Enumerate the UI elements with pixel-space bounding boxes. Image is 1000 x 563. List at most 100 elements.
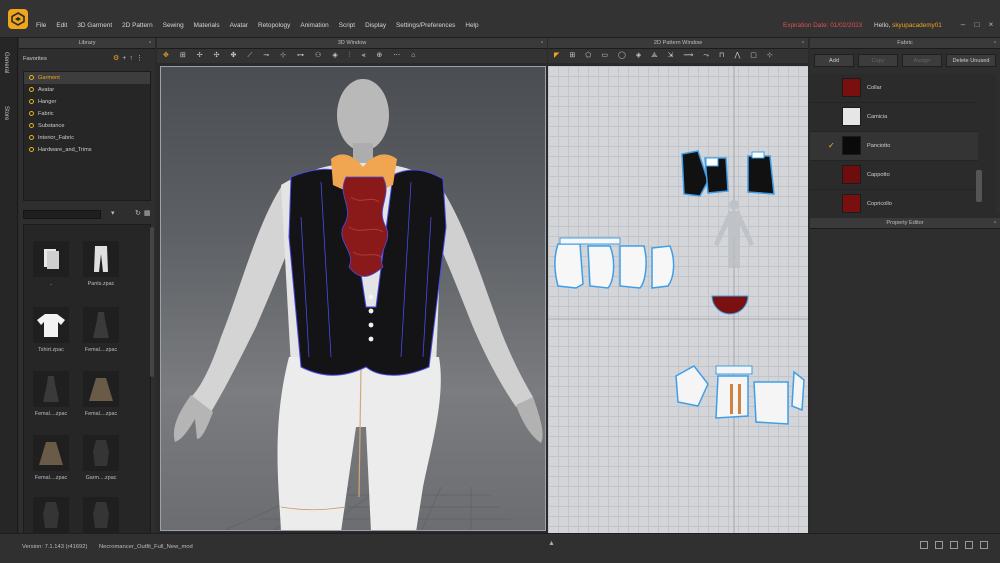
menu-item-2d-pattern[interactable]: 2D Pattern [122,22,153,29]
fabric-title: Fabric [897,40,913,46]
edit-pattern-icon[interactable]: ◤ [554,51,559,59]
settings-icon[interactable]: ⚙ [113,55,122,62]
library-item[interactable]: Femal....zpac [76,371,126,417]
fabric-item[interactable]: Copricollo [810,190,978,214]
library-scrollbar[interactable] [150,227,154,377]
fabric-name: Collar [867,85,882,91]
more-icon[interactable]: ⋮ [136,55,146,62]
menu-item-edit[interactable]: Edit [56,22,67,29]
library-item[interactable]: Garm....zpac [76,435,126,481]
panel-options-icon[interactable]: ▫ [802,38,804,49]
free-sewing-icon[interactable]: ⤳ [703,52,709,60]
favorite-item-fabric[interactable]: Fabric [24,108,150,120]
layout-split-icon[interactable] [935,541,943,549]
favorite-item-interior-fabric[interactable]: Interior_Fabric [24,132,150,144]
select-move-icon[interactable]: ✥ [163,51,169,59]
zipper-icon[interactable]: ⫶ [349,52,351,60]
rectangle-icon[interactable]: ▭ [601,51,608,59]
close-icon[interactable]: × [986,20,996,29]
copy-fabric-button[interactable]: Copy [858,54,898,67]
graphic-icon[interactable]: ⌂ [411,52,415,59]
chevron-down-icon[interactable]: ▾ [111,209,115,217]
transform-pattern-icon[interactable]: ⊞ [569,51,575,59]
delete-unused-button[interactable]: Delete Unused [946,54,996,67]
viewport-3d[interactable] [160,66,546,531]
topstitch-icon[interactable]: ⋯ [393,51,400,59]
favorite-item-hardware-and-trims[interactable]: Hardware_and_Trims [24,144,150,156]
circle-icon[interactable]: ◯ [618,51,626,59]
transform-icon[interactable]: ⊞ [180,51,186,59]
library-item[interactable]: Pants.zpac [76,241,126,287]
assign-fabric-button[interactable]: Assign [902,54,942,67]
fabric-scrollbar[interactable] [976,170,982,202]
menu-item-avatar[interactable]: Avatar [230,22,248,29]
trace-icon[interactable]: ⇲ [667,51,673,59]
menu-item-animation[interactable]: Animation [300,22,328,29]
library-item[interactable]: Femal....zpac [76,307,126,353]
favorite-item-hanger[interactable]: Hanger [24,96,150,108]
clo-logo-icon[interactable] [8,9,28,29]
minimize-icon[interactable]: – [958,20,968,29]
fitting-icon[interactable]: ⊹ [280,51,286,59]
seam-allowance-icon[interactable]: ▢ [750,51,757,59]
notch-icon[interactable]: ⋀ [734,51,740,59]
menu-item-retopology[interactable]: Retopology [258,22,290,29]
toolbar-2d: ◤ ⊞ ⬠ ▭ ◯ ◈ ⟁ ⇲ ⟿ ⤳ ⊓ ⋀ ▢ ⊹ [548,49,808,63]
layout-2d-icon[interactable] [965,541,973,549]
menu-item-3d-garment[interactable]: 3D Garment [77,22,112,29]
tab-general[interactable]: General [3,52,9,73]
segment-sewing-icon[interactable]: ⟿ [683,51,693,59]
layout-single-icon[interactable] [920,541,928,549]
avatar-icon[interactable]: ⚇ [315,51,321,59]
add-fabric-button[interactable]: Add [814,54,854,67]
favorite-item-avatar[interactable]: Avatar [24,84,150,96]
menu-item-display[interactable]: Display [365,22,386,29]
strap-icon[interactable]: ⊸ [263,51,269,59]
fabric-item[interactable]: Collar [810,74,978,103]
skirt-icon [83,371,119,407]
puckering-icon[interactable]: ⫷ [361,52,365,60]
fabric-item[interactable]: ✓ Panciotto [810,132,978,161]
menu-item-materials[interactable]: Materials [194,22,220,29]
tack-icon[interactable]: ✤ [231,51,237,59]
internal-shape-icon[interactable]: ◈ [636,51,641,59]
fold-icon[interactable]: ✣ [214,51,220,59]
button-tool-icon[interactable]: ⊕ [376,51,382,59]
measure-icon[interactable]: ⟋ [247,52,252,60]
library-item-label: Femal....zpac [84,411,118,417]
panel-options-icon[interactable]: ▫ [541,38,543,49]
menu-item-script[interactable]: Script [339,22,355,29]
favorite-item-garment[interactable]: Garment [24,72,150,84]
fabric-item[interactable]: Cappotto [810,161,978,190]
library-search-input[interactable] [23,210,101,219]
texture-icon[interactable]: ◈ [332,51,337,59]
polygon-icon[interactable]: ⬠ [585,51,591,59]
panel-options-icon[interactable]: ▫ [994,38,996,49]
refresh-icon[interactable]: ↻ [135,210,144,217]
layout-full-icon[interactable] [980,541,988,549]
menu-item-help[interactable]: Help [465,22,478,29]
grid-view-icon[interactable]: ▦ [144,210,154,217]
maximize-icon[interactable]: □ [972,20,982,29]
menu-item-settings-preferences[interactable]: Settings/Preferences [396,22,455,29]
fabric-item[interactable]: Camicia [810,103,978,132]
fold-arrangement-icon[interactable]: ⊓ [719,51,724,59]
library-item[interactable]: Tshirt.zpac [26,307,76,353]
expand-up-icon[interactable]: ▲ [548,540,555,547]
user-greeting[interactable]: Hello, skyupacademy01 [874,22,942,29]
grain-icon[interactable]: ⊹ [767,51,773,59]
library-item[interactable]: Femal....zpac [26,371,76,417]
library-item[interactable]: Femal....zpac [26,435,76,481]
layout-3d-icon[interactable] [950,541,958,549]
pin-icon[interactable]: ✢ [197,51,203,59]
trim-icon[interactable]: ⊶ [297,51,304,59]
panel-options-icon[interactable]: ▫ [149,38,151,49]
library-item[interactable]: .. [26,241,76,287]
pattern-canvas[interactable] [548,66,808,533]
favorite-item-substance[interactable]: Substance [24,120,150,132]
panel-options-icon[interactable]: ▫ [994,218,996,229]
menu-item-file[interactable]: File [36,22,46,29]
dart-icon[interactable]: ⟁ [651,52,657,60]
tab-store[interactable]: Store [3,106,9,120]
menu-item-sewing[interactable]: Sewing [163,22,184,29]
